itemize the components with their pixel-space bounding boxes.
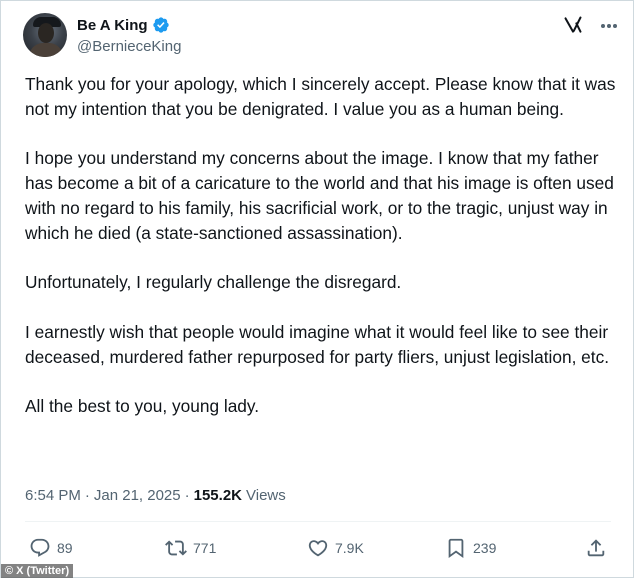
tweet-header: Be A King @BernieceKing: [23, 13, 623, 57]
bookmark-icon: [448, 538, 464, 559]
action-bar: 89 771 7.9K 239: [25, 535, 611, 563]
reply-icon: [30, 538, 50, 557]
tweet-paragraph: I earnestly wish that people would imagi…: [25, 321, 610, 367]
views-label: Views: [246, 487, 286, 504]
handle[interactable]: @BernieceKing: [77, 38, 181, 55]
tweet-text: Thank you for your apology, which I sinc…: [25, 72, 625, 419]
share-button[interactable]: [585, 535, 607, 561]
tweet-meta: 6:54 PM · Jan 21, 2025 · 155.2K Views: [25, 487, 286, 504]
share-icon: [587, 539, 605, 557]
tweet-date[interactable]: Jan 21, 2025: [94, 487, 181, 504]
avatar[interactable]: [23, 13, 67, 57]
repost-icon: [165, 540, 187, 556]
tweet-paragraph: All the best to you, young lady.: [25, 396, 260, 417]
heart-icon: [308, 540, 328, 557]
verified-badge-icon: [152, 17, 169, 33]
meta-separator: ·: [184, 487, 190, 504]
reply-count: 89: [57, 540, 73, 556]
meta-separator: ·: [84, 487, 90, 504]
tweet-paragraph: I hope you understand my concerns about …: [25, 148, 614, 243]
reply-button[interactable]: 89: [29, 535, 73, 561]
like-button[interactable]: 7.9K: [307, 535, 364, 561]
repost-button[interactable]: 771: [165, 535, 216, 561]
more-icon[interactable]: [597, 15, 621, 37]
grok-icon[interactable]: [563, 15, 583, 35]
repost-count: 771: [193, 540, 217, 556]
like-count: 7.9K: [335, 540, 364, 556]
tweet-card: Be A King @BernieceKing Thank you for yo…: [0, 0, 634, 578]
tweet-paragraph: Thank you for your apology, which I sinc…: [25, 74, 616, 119]
tweet-time[interactable]: 6:54 PM: [25, 487, 81, 504]
tweet-paragraph: Unfortunately, I regularly challenge the…: [25, 272, 402, 293]
bookmark-button[interactable]: 239: [445, 535, 496, 561]
views-count: 155.2K: [193, 487, 242, 504]
bookmark-count: 239: [473, 540, 497, 556]
watermark: © X (Twitter): [1, 564, 74, 578]
display-name[interactable]: Be A King: [77, 17, 148, 34]
divider: [25, 521, 611, 522]
author-info: Be A King @BernieceKing: [77, 15, 181, 56]
